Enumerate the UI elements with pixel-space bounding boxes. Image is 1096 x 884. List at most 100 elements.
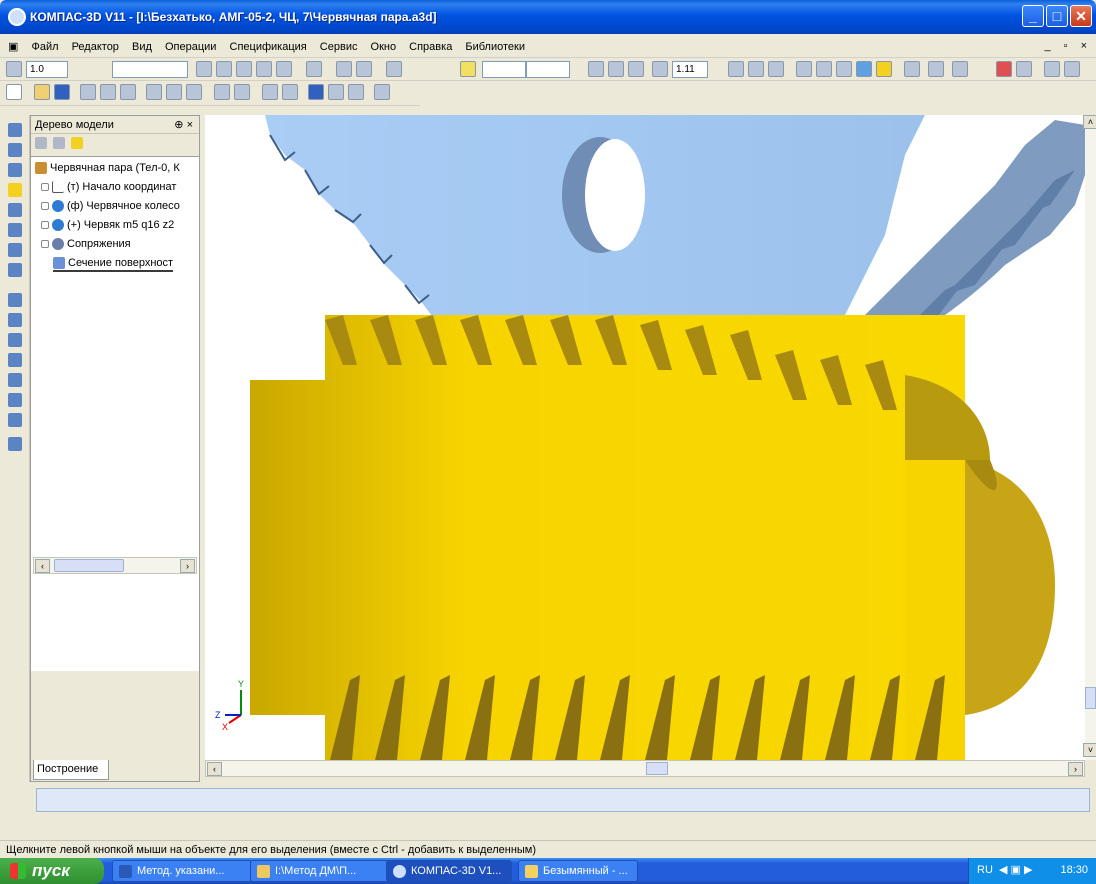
tree-item[interactable]: Червячная пара (Тел-0, К [35, 160, 180, 177]
zoom-in-icon[interactable] [608, 61, 624, 77]
open-icon[interactable] [34, 84, 50, 100]
tool-icon[interactable] [336, 61, 352, 77]
step-combo[interactable]: 1.0 [26, 61, 68, 78]
orient-icon[interactable] [768, 61, 784, 77]
close-button[interactable]: ✕ [1070, 5, 1092, 27]
scroll-thumb[interactable] [646, 762, 668, 775]
copy-icon[interactable] [166, 84, 182, 100]
tree-icon[interactable] [308, 84, 324, 100]
step-icon[interactable] [6, 61, 22, 77]
kinematic-icon[interactable] [8, 333, 22, 347]
tab-construction[interactable]: Построение [33, 760, 109, 780]
task-button[interactable]: Безымянный - ... [518, 860, 638, 882]
tool-icon[interactable] [196, 61, 212, 77]
tool-icon[interactable] [120, 84, 136, 100]
tree-item[interactable]: (+) Червяк m5 q16 z2 [41, 217, 174, 234]
save-icon[interactable] [54, 84, 70, 100]
tool-icon[interactable] [8, 163, 22, 177]
tree-view-icon[interactable] [53, 137, 66, 150]
zoom-combo[interactable]: 1.11 [672, 61, 708, 78]
tool-icon[interactable] [8, 437, 22, 451]
task-button[interactable]: КОМПАС-3D V1... [386, 860, 512, 882]
paste-icon[interactable] [186, 84, 202, 100]
tray-icons[interactable]: ◀ ▣ ▶ [999, 863, 1032, 876]
style-combo[interactable] [112, 61, 188, 78]
menu-specification[interactable]: Спецификация [225, 35, 312, 59]
start-button[interactable]: пуск [0, 858, 104, 884]
pan-icon[interactable] [728, 61, 744, 77]
zoom-out-icon[interactable] [628, 61, 644, 77]
viewport-vscroll[interactable]: ˄ ˅ [1083, 115, 1096, 760]
tool-icon[interactable] [8, 203, 22, 217]
kompas-app-icon[interactable] [8, 8, 26, 26]
tool-icon[interactable] [386, 61, 402, 77]
wireframe-icon[interactable] [796, 61, 812, 77]
expand-icon[interactable] [41, 183, 49, 192]
shaded-edges-icon[interactable] [876, 61, 892, 77]
menu-window[interactable]: Окно [366, 35, 402, 59]
menu-view[interactable]: Вид [127, 35, 157, 59]
snap-icon[interactable] [460, 61, 476, 77]
tree-options-icon[interactable] [71, 137, 84, 150]
tool-icon[interactable] [8, 243, 22, 257]
scroll-down-icon[interactable]: ˅ [1083, 743, 1096, 757]
expand-icon[interactable] [41, 202, 49, 211]
expand-icon[interactable] [41, 240, 49, 249]
tool-icon[interactable] [8, 263, 22, 277]
manager-icon[interactable] [328, 84, 344, 100]
menu-help[interactable]: Справка [404, 35, 457, 59]
redo-icon[interactable] [282, 84, 298, 100]
cut-rotate-icon[interactable] [8, 393, 22, 407]
hidden-lines-icon[interactable] [816, 61, 832, 77]
scroll-left-icon[interactable]: ‹ [207, 762, 222, 776]
print-icon[interactable] [80, 84, 96, 100]
viewport-hscroll[interactable]: ‹ › [205, 760, 1085, 777]
menu-file[interactable]: Файл [26, 35, 63, 59]
new-document-icon[interactable] [6, 84, 22, 100]
coord-field-y[interactable] [526, 61, 570, 78]
tool-icon[interactable] [1044, 61, 1060, 77]
tool-icon[interactable] [256, 61, 272, 77]
tree-item[interactable]: (ф) Червячное колесо [41, 198, 180, 215]
tool-icon[interactable] [8, 143, 22, 157]
section-icon[interactable] [996, 61, 1012, 77]
document-icon[interactable]: ▣ [0, 34, 23, 59]
tree-item[interactable]: Сопряжения [41, 236, 131, 253]
tree-mode-icon[interactable] [35, 137, 47, 150]
tool-icon[interactable] [214, 84, 230, 100]
task-button[interactable]: I:\Метод ДМ\П... [250, 860, 390, 882]
mdi-controls[interactable]: _ ▫ × [1044, 40, 1092, 52]
preview-icon[interactable] [100, 84, 116, 100]
loft-icon[interactable] [8, 353, 22, 367]
tool-icon[interactable] [8, 223, 22, 237]
filter-icon[interactable] [952, 61, 968, 77]
expand-icon[interactable] [41, 221, 49, 230]
rotate-op-icon[interactable] [8, 313, 22, 327]
tool-icon[interactable] [236, 61, 252, 77]
3d-viewport[interactable]: Y X Z [205, 115, 1085, 760]
tool-icon[interactable] [216, 61, 232, 77]
thin-lines-icon[interactable] [836, 61, 852, 77]
shaded-icon[interactable] [856, 61, 872, 77]
cut-kinematic-icon[interactable] [8, 413, 22, 427]
task-button[interactable]: Метод. указани... [112, 860, 252, 882]
cut-extrude-icon[interactable] [8, 373, 22, 387]
coord-field-x[interactable] [482, 61, 526, 78]
tool-icon[interactable] [8, 183, 22, 197]
tool-icon[interactable] [8, 123, 22, 137]
perspective-icon[interactable] [904, 61, 920, 77]
language-indicator[interactable]: RU [977, 864, 993, 876]
filter-icon[interactable] [928, 61, 944, 77]
tree-item[interactable]: (т) Начало координат [41, 179, 176, 196]
properties-bar[interactable] [36, 788, 1090, 812]
cut-icon[interactable] [146, 84, 162, 100]
extrude-icon[interactable] [8, 293, 22, 307]
scroll-left-icon[interactable]: ‹ [35, 559, 50, 573]
scroll-right-icon[interactable]: › [1068, 762, 1083, 776]
scroll-up-icon[interactable]: ˄ [1083, 115, 1096, 129]
help-icon[interactable] [374, 84, 390, 100]
undo-icon[interactable] [262, 84, 278, 100]
tool-icon[interactable] [276, 61, 292, 77]
menu-service[interactable]: Сервис [315, 35, 363, 59]
tree-item[interactable]: Сечение поверхност [53, 255, 174, 272]
